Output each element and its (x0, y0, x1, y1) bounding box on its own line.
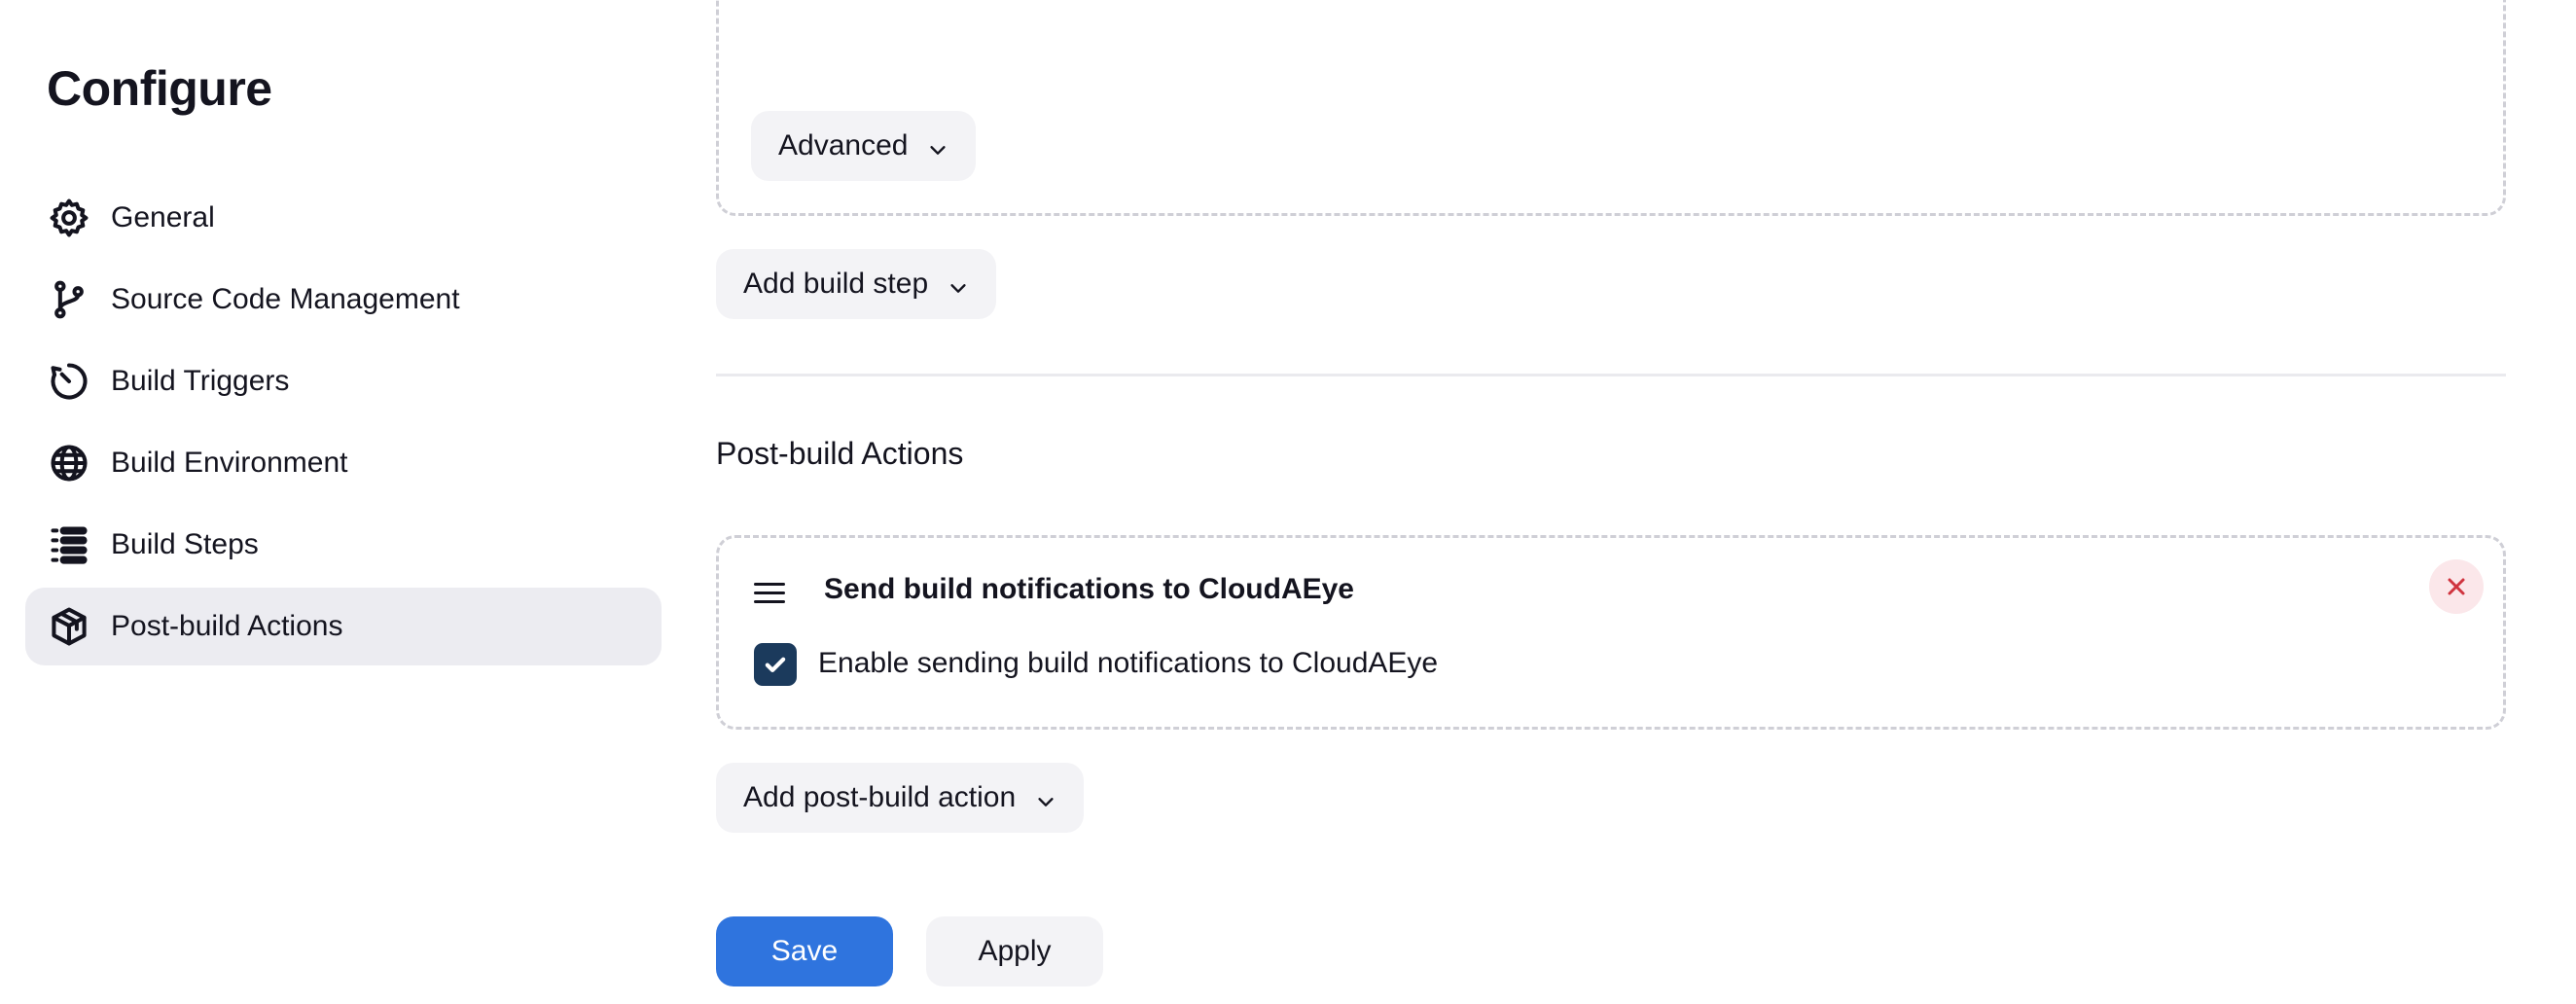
add-build-step-button[interactable]: Add build step (716, 249, 997, 319)
globe-icon (47, 441, 91, 485)
sidebar: Configure General Source Code Management… (0, 0, 681, 1004)
apply-button[interactable]: Apply (926, 916, 1103, 986)
add-post-build-action-label: Add post-build action (743, 781, 1017, 813)
sidebar-item-general[interactable]: General (25, 179, 662, 257)
sidebar-item-source-code-management[interactable]: Source Code Management (25, 261, 662, 339)
clock-icon (47, 359, 91, 404)
drag-handle-icon[interactable] (754, 583, 785, 606)
sidebar-item-label: Build Triggers (111, 365, 290, 397)
page-title: Configure (47, 61, 272, 116)
sidebar-item-label: General (111, 201, 215, 233)
sidebar-item-label: Post-build Actions (111, 610, 343, 642)
sidebar-item-build-triggers[interactable]: Build Triggers (25, 342, 662, 420)
post-build-action-card: Send build notifications to CloudAEye En… (716, 535, 2506, 730)
sidebar-item-label: Source Code Management (111, 283, 460, 315)
package-icon (47, 604, 91, 649)
sidebar-nav: General Source Code Management Build Tri… (25, 179, 662, 669)
sidebar-item-build-environment[interactable]: Build Environment (25, 424, 662, 502)
sidebar-item-label: Build Environment (111, 447, 348, 479)
chevron-down-icon (927, 135, 948, 157)
build-step-card (716, 0, 2506, 216)
add-post-build-action-button[interactable]: Add post-build action (716, 763, 1085, 833)
configure-page: Configure General Source Code Management… (0, 0, 2576, 1004)
chevron-down-icon (948, 273, 969, 295)
sidebar-item-label: Build Steps (111, 528, 259, 560)
save-button[interactable]: Save (716, 916, 893, 986)
close-icon (2448, 578, 2465, 595)
main-content: Advanced Add build step Post-build Actio… (716, 0, 2518, 1004)
section-title: Post-build Actions (716, 436, 964, 471)
section-divider (716, 374, 2506, 376)
checkmark-icon (765, 657, 786, 672)
git-branch-icon (47, 277, 91, 322)
checkbox-label[interactable]: Enable sending build notifications to Cl… (818, 647, 1438, 680)
add-build-step-label: Add build step (743, 268, 929, 300)
advanced-button-label: Advanced (778, 129, 909, 161)
enable-notifications-checkbox[interactable] (754, 643, 797, 686)
sidebar-item-build-steps[interactable]: Build Steps (25, 506, 662, 584)
chevron-down-icon (1035, 787, 1056, 808)
remove-action-button[interactable] (2429, 559, 2484, 614)
gear-icon (47, 196, 91, 240)
advanced-button[interactable]: Advanced (751, 111, 977, 181)
list-icon (47, 522, 91, 567)
sidebar-item-post-build-actions[interactable]: Post-build Actions (25, 588, 662, 665)
card-heading: Send build notifications to CloudAEye (824, 573, 1354, 605)
